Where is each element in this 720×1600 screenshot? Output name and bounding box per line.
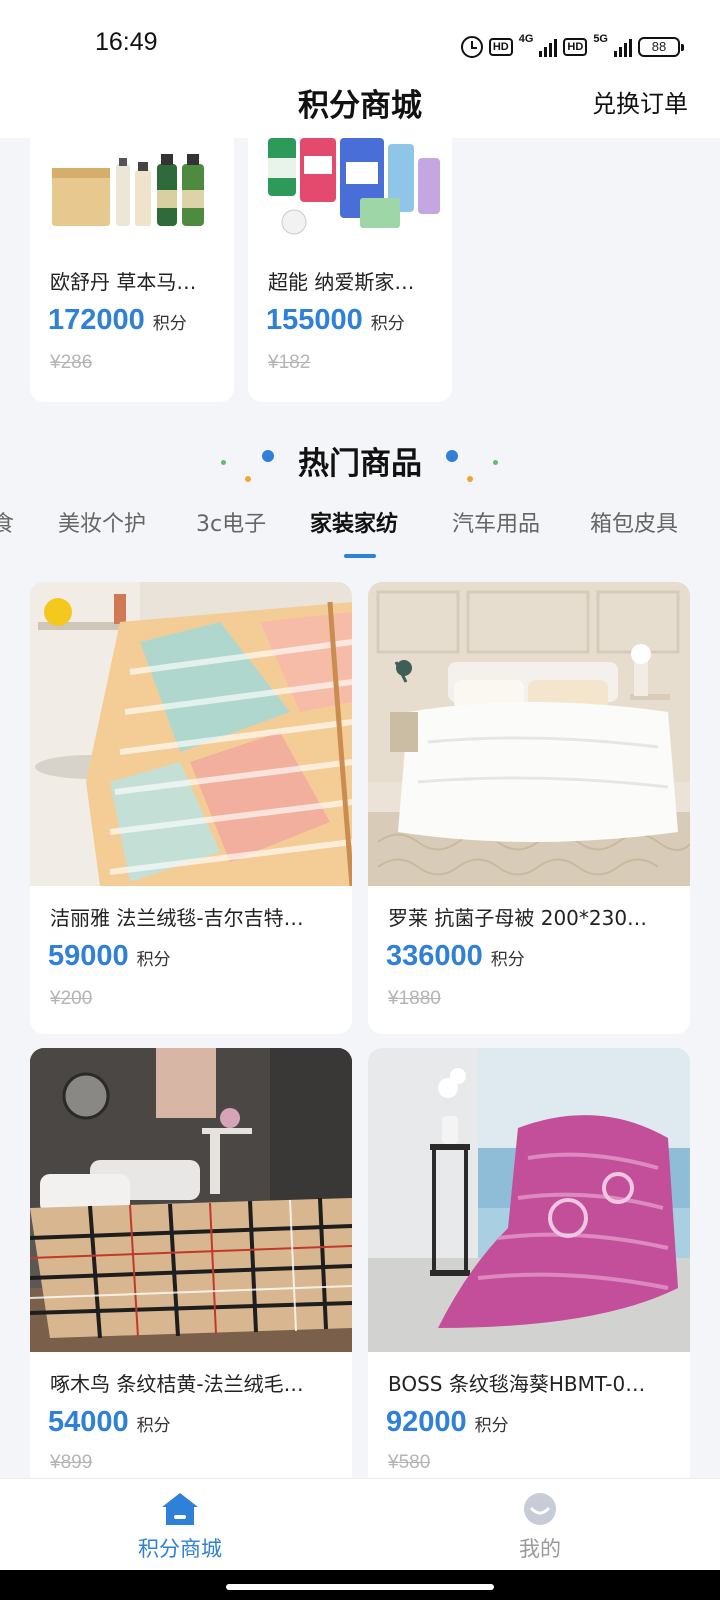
- plaid-blanket-bed-image: [30, 1048, 352, 1352]
- active-tab-indicator: [344, 554, 376, 558]
- product-points: 336000 积分: [386, 940, 525, 973]
- tab-food[interactable]: 食: [0, 506, 14, 538]
- product-points: 92000 积分: [386, 1406, 509, 1439]
- points-value: 172000: [48, 304, 145, 336]
- tab-luggage[interactable]: 箱包皮具: [590, 506, 678, 538]
- status-bar: 16:49 HD 4G HD 5G 88: [0, 0, 720, 72]
- decor-dot: [467, 476, 473, 482]
- alarm-icon: [460, 36, 483, 58]
- product-card[interactable]: 罗莱 抗菌子母被 200*230… 336000 积分 ¥1880: [368, 582, 690, 1034]
- product-points: 59000 积分: [48, 940, 171, 973]
- points-unit: 积分: [152, 314, 187, 334]
- hd-icon: HD: [488, 38, 513, 56]
- product-card[interactable]: 啄木鸟 条纹桔黄-法兰绒毛… 54000 积分 ¥899: [30, 1048, 352, 1478]
- product-card[interactable]: BOSS 条纹毯海葵HBMT-0… 92000 积分 ¥580: [368, 1048, 690, 1478]
- battery-icon: 88: [638, 37, 684, 57]
- status-icons: HD 4G HD 5G 88: [460, 30, 684, 64]
- product-name: BOSS 条纹毯海葵HBMT-0…: [388, 1372, 646, 1396]
- network-5g-label: 5G: [593, 33, 608, 45]
- points-unit: 积分: [370, 314, 405, 334]
- product-name: 罗莱 抗菌子母被 200*230…: [388, 906, 648, 930]
- tab-electronics[interactable]: 3c电子: [196, 506, 266, 538]
- category-tabs: 食 美妆个护 3c电子 家装家纺 汽车用品 箱包皮具: [0, 498, 720, 558]
- nav-item-mall[interactable]: 积分商城: [80, 1479, 280, 1571]
- product-card[interactable]: 欧舒丹 草本马… 172000 积分 ¥286: [30, 138, 234, 402]
- decor-dot: [493, 460, 498, 465]
- network-4g-label: 4G: [518, 33, 534, 45]
- pastel-blanket-image: [30, 582, 352, 886]
- household-products-image: [248, 138, 452, 238]
- tab-auto[interactable]: 汽车用品: [452, 506, 540, 538]
- original-price: ¥200: [50, 988, 93, 1009]
- bottom-nav: 积分商城 我的: [0, 1478, 720, 1570]
- product-points: 172000 积分: [48, 304, 187, 337]
- original-price: ¥580: [388, 1452, 431, 1473]
- points-unit: 积分: [490, 950, 525, 970]
- profile-icon: [524, 1493, 556, 1525]
- white-quilt-bed-image: [368, 582, 690, 886]
- nav-item-profile[interactable]: 我的: [440, 1479, 640, 1571]
- pink-blanket-image: [368, 1048, 690, 1352]
- product-name: 洁丽雅 法兰绒毯-吉尔吉特…: [50, 906, 304, 930]
- status-time: 16:49: [95, 28, 158, 56]
- product-name: 欧舒丹 草本马…: [50, 270, 197, 294]
- product-name: 啄木鸟 条纹桔黄-法兰绒毛…: [50, 1372, 304, 1396]
- product-card[interactable]: 超能 纳爱斯家… 155000 积分 ¥182: [248, 138, 452, 402]
- product-points: 54000 积分: [48, 1406, 171, 1439]
- hd-icon-2: HD: [563, 38, 588, 56]
- points-value: 92000: [386, 1406, 467, 1438]
- tab-beauty[interactable]: 美妆个护: [58, 506, 146, 538]
- original-price: ¥182: [268, 352, 311, 373]
- original-price: ¥899: [50, 1452, 93, 1473]
- tab-home-textiles[interactable]: 家装家纺: [310, 506, 398, 538]
- product-name: 超能 纳爱斯家…: [268, 270, 415, 294]
- points-value: 336000: [386, 940, 483, 972]
- section-title: 热门商品: [298, 446, 422, 482]
- home-gesture-bar[interactable]: [226, 1584, 494, 1590]
- points-value: 54000: [48, 1406, 129, 1438]
- points-value: 59000: [48, 940, 129, 972]
- points-unit: 积分: [136, 950, 171, 970]
- points-unit: 积分: [474, 1416, 509, 1436]
- home-icon: [162, 1493, 198, 1525]
- skincare-products-image: [30, 138, 234, 238]
- page-header: 积分商城 兑换订单: [0, 72, 720, 138]
- signal-icon-2: [614, 37, 632, 57]
- signal-icon: [539, 37, 558, 57]
- original-price: ¥1880: [388, 988, 441, 1009]
- points-unit: 积分: [136, 1416, 171, 1436]
- product-points: 155000 积分: [266, 304, 405, 337]
- original-price: ¥286: [50, 352, 93, 373]
- nav-label-profile: 我的: [519, 1537, 561, 1561]
- decor-dot: [446, 450, 458, 462]
- points-value: 155000: [266, 304, 363, 336]
- product-card[interactable]: 洁丽雅 法兰绒毯-吉尔吉特… 59000 积分 ¥200: [30, 582, 352, 1034]
- nav-label-mall: 积分商城: [138, 1537, 222, 1561]
- exchange-orders-button[interactable]: 兑换订单: [592, 84, 688, 119]
